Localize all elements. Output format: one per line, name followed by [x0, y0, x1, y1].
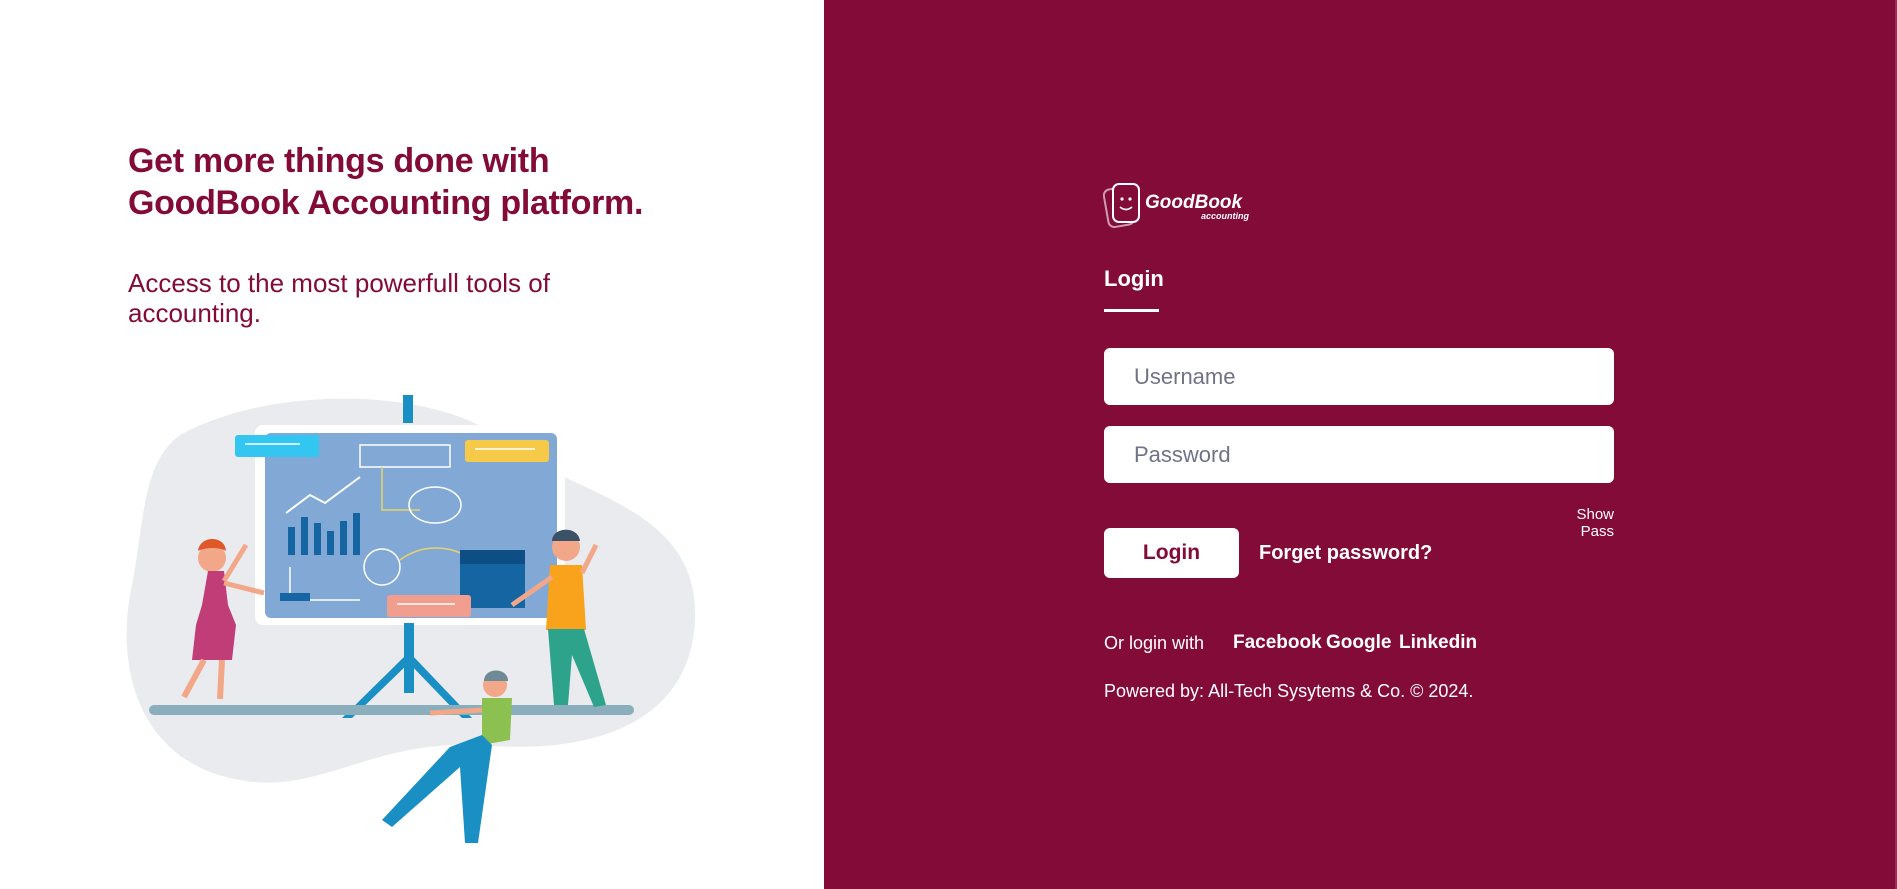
logo-subtext: accounting — [1201, 211, 1250, 221]
login-panel: GoodBook accounting Login Show Pass Logi… — [824, 0, 1897, 889]
username-input[interactable] — [1104, 348, 1614, 405]
hero-headline-line2: GoodBook Accounting platform. — [128, 184, 644, 222]
powered-by-footer: Powered by: All-Tech Sysytems & Co. © 20… — [1104, 681, 1474, 701]
hero-panel: Get more things done with GoodBook Accou… — [0, 0, 824, 889]
password-input[interactable] — [1104, 426, 1614, 483]
show-password-toggle[interactable]: Show Pass — [1544, 506, 1614, 540]
logo-wordmark: GoodBook — [1145, 192, 1244, 213]
hero-headline-line1: Get more things done with — [128, 142, 550, 180]
tab-login[interactable]: Login — [1104, 266, 1164, 292]
google-login-link[interactable]: Google — [1326, 632, 1391, 654]
forgot-password-link[interactable]: Forget password? — [1259, 542, 1432, 565]
goodbook-logo: GoodBook accounting — [1103, 183, 1250, 229]
team-presentation-illustration — [126, 395, 696, 843]
hero-subline: Access to the most powerfull tools of ac… — [128, 268, 550, 328]
hero-headline: Get more things done with GoodBook Accou… — [128, 140, 688, 224]
tab-active-indicator — [1104, 309, 1159, 312]
facebook-login-link[interactable]: Facebook — [1233, 632, 1322, 654]
linkedin-login-link[interactable]: Linkedin — [1399, 632, 1477, 654]
social-login-label: Or login with — [1104, 633, 1205, 653]
login-button[interactable]: Login — [1104, 528, 1239, 578]
